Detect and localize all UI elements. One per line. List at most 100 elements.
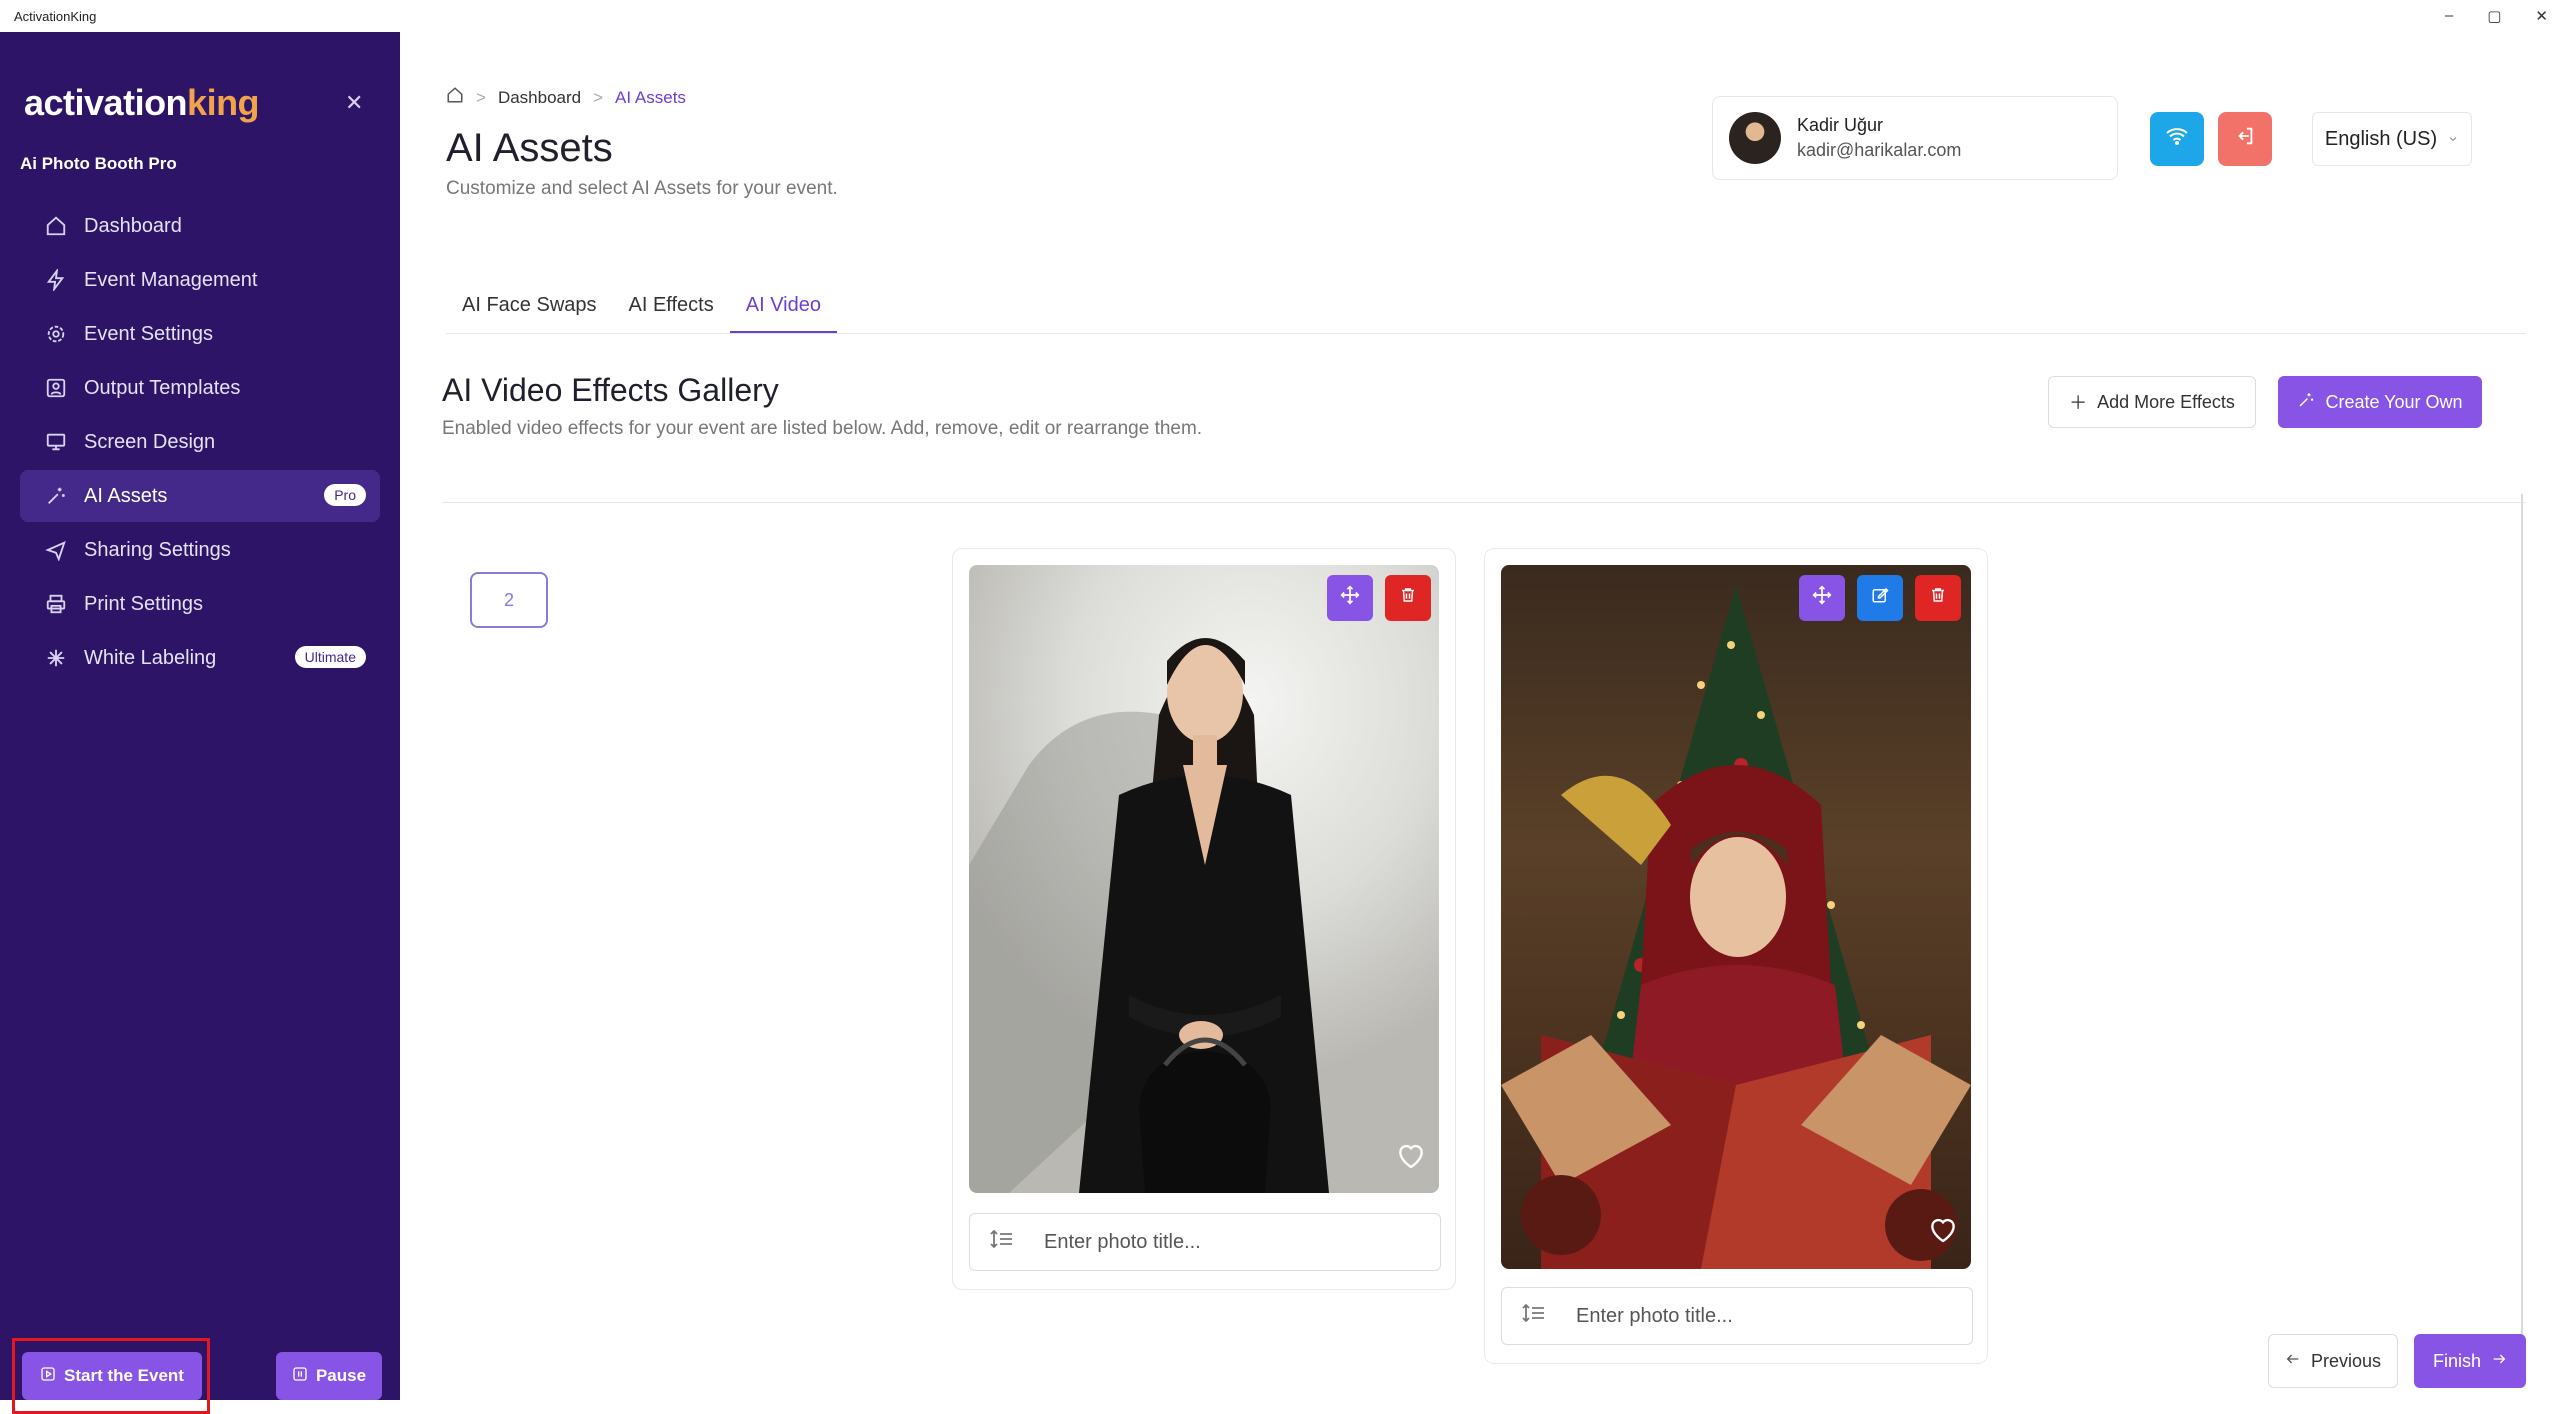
favorite-heart-icon[interactable] [1389, 1133, 1433, 1177]
close-window-button[interactable]: ✕ [2535, 7, 2548, 25]
title-format-icon [1522, 1303, 1546, 1329]
pause-icon [292, 1366, 308, 1387]
asterisk-icon [42, 647, 70, 669]
arrow-right-icon [2491, 1351, 2507, 1372]
user-card[interactable]: Kadir Uğur kadir@harikalar.com [1712, 96, 2118, 180]
avatar [1729, 112, 1781, 164]
tab-divider [446, 333, 2526, 334]
sidebar-item-white-labeling[interactable]: White Labeling Ultimate [20, 632, 380, 684]
pause-button[interactable]: Pause [276, 1352, 382, 1400]
edit-button[interactable] [1857, 575, 1903, 621]
woman-portrait-illustration [969, 638, 1329, 1193]
sidebar-nav: Dashboard Event Management Event Setting… [20, 200, 380, 686]
trash-icon [1399, 586, 1417, 610]
finish-label: Finish [2432, 1350, 2481, 1371]
breadcrumb-dashboard[interactable]: Dashboard [498, 88, 581, 108]
previous-button[interactable]: Previous [2268, 1334, 2398, 1388]
sparkle-icon [2297, 391, 2315, 414]
plus-icon: ＋ [2069, 393, 2088, 413]
previous-label: Previous [2310, 1350, 2382, 1371]
user-name: Kadir Uğur [1797, 115, 1884, 135]
user-email: kadir@harikalar.com [1797, 140, 1962, 160]
sidebar-item-print-settings[interactable]: Print Settings [20, 578, 380, 630]
start-event-button[interactable]: Start the Event [22, 1352, 202, 1400]
vertical-scrollbar[interactable] [2521, 494, 2523, 1346]
ultimate-badge: Ultimate [294, 646, 366, 668]
favorite-heart-icon[interactable] [1921, 1207, 1965, 1251]
sidebar-item-label: Event Management [84, 268, 258, 291]
gallery-title: AI Video Effects Gallery [442, 372, 779, 408]
sidebar-item-label: Output Templates [84, 376, 241, 399]
language-value: English (US) [2324, 127, 2438, 150]
start-event-label: Start the Event [64, 1366, 184, 1385]
portrait-icon [42, 377, 70, 399]
play-icon [40, 1366, 56, 1387]
bolt-icon [42, 269, 70, 291]
sidebar-item-label: Dashboard [84, 214, 182, 237]
create-your-own-button[interactable]: Create Your Own [2278, 376, 2482, 428]
brand-logo: activationking [24, 82, 260, 123]
page-title: AI Assets [446, 126, 613, 170]
sidebar: activationking ✕ Ai Photo Booth Pro Dash… [0, 32, 400, 1414]
photo-title-placeholder: Enter photo title... [1576, 1304, 1733, 1327]
logout-icon [2234, 125, 2256, 153]
sidebar-item-dashboard[interactable]: Dashboard [20, 200, 380, 252]
close-sidebar-icon[interactable]: ✕ [345, 90, 363, 116]
sidebar-item-event-settings[interactable]: Event Settings [20, 308, 380, 360]
sidebar-item-output-templates[interactable]: Output Templates [20, 362, 380, 414]
wifi-icon [2165, 124, 2189, 154]
move-icon [1812, 585, 1832, 611]
restore-button[interactable]: ▢ [2487, 7, 2501, 25]
effect-card: Enter photo title... [952, 548, 1456, 1290]
photo-title-input[interactable]: Enter photo title... [969, 1213, 1441, 1271]
breadcrumb: > Dashboard > AI Assets [446, 86, 686, 109]
edit-icon [1871, 586, 1889, 610]
tab-ai-face-swaps[interactable]: AI Face Swaps [446, 282, 613, 334]
monitor-icon [42, 431, 70, 453]
move-button[interactable] [1799, 575, 1845, 621]
home-icon [42, 215, 70, 237]
home-icon[interactable] [446, 86, 464, 109]
effect-photo [969, 565, 1439, 1193]
trash-icon [1929, 586, 1947, 610]
sidebar-item-sharing-settings[interactable]: Sharing Settings [20, 524, 380, 576]
move-button[interactable] [1327, 575, 1373, 621]
delete-button[interactable] [1915, 575, 1961, 621]
arrow-left-icon [2285, 1351, 2301, 1372]
gallery-divider [442, 502, 2526, 503]
add-more-effects-button[interactable]: ＋ Add More Effects [2048, 376, 2256, 428]
gear-icon [42, 323, 70, 345]
sidebar-item-event-management[interactable]: Event Management [20, 254, 380, 306]
christmas-gift-illustration [1501, 585, 1971, 1269]
move-icon [1340, 585, 1360, 611]
logout-button[interactable] [2218, 112, 2272, 166]
breadcrumb-separator: > [476, 87, 486, 107]
photo-title-input[interactable]: Enter photo title... [1501, 1287, 1973, 1345]
asset-tabs: AI Face Swaps AI Effects AI Video [446, 282, 837, 334]
add-more-effects-label: Add More Effects [2097, 391, 2235, 412]
create-your-own-label: Create Your Own [2325, 391, 2463, 412]
photo-title-placeholder: Enter photo title... [1044, 1230, 1201, 1253]
pro-badge: Pro [324, 484, 366, 506]
printer-icon [42, 593, 70, 615]
minimize-button[interactable]: – [2445, 7, 2453, 25]
sidebar-item-label: Sharing Settings [84, 538, 231, 561]
sidebar-item-label: Event Settings [84, 322, 213, 345]
sparkle-wand-icon [42, 485, 70, 507]
sidebar-item-label: White Labeling [84, 646, 217, 669]
window-controls: – ▢ ✕ [2445, 7, 2548, 25]
language-select[interactable]: English (US) [2312, 112, 2472, 166]
sidebar-item-label: AI Assets [84, 484, 168, 507]
sidebar-item-screen-design[interactable]: Screen Design [20, 416, 380, 468]
chevron-down-icon [2447, 128, 2459, 151]
effect-photo [1501, 565, 1971, 1269]
breadcrumb-current: AI Assets [615, 87, 686, 107]
tab-ai-effects[interactable]: AI Effects [613, 282, 730, 334]
delete-button[interactable] [1385, 575, 1431, 621]
finish-button[interactable]: Finish [2414, 1334, 2526, 1388]
main-content: > Dashboard > AI Assets AI Assets Custom… [400, 32, 2560, 1400]
effect-card: Enter photo title... [1484, 548, 1988, 1364]
sidebar-item-ai-assets[interactable]: AI Assets Pro [20, 470, 380, 522]
wifi-button[interactable] [2150, 112, 2204, 166]
tab-ai-video[interactable]: AI Video [729, 282, 837, 334]
